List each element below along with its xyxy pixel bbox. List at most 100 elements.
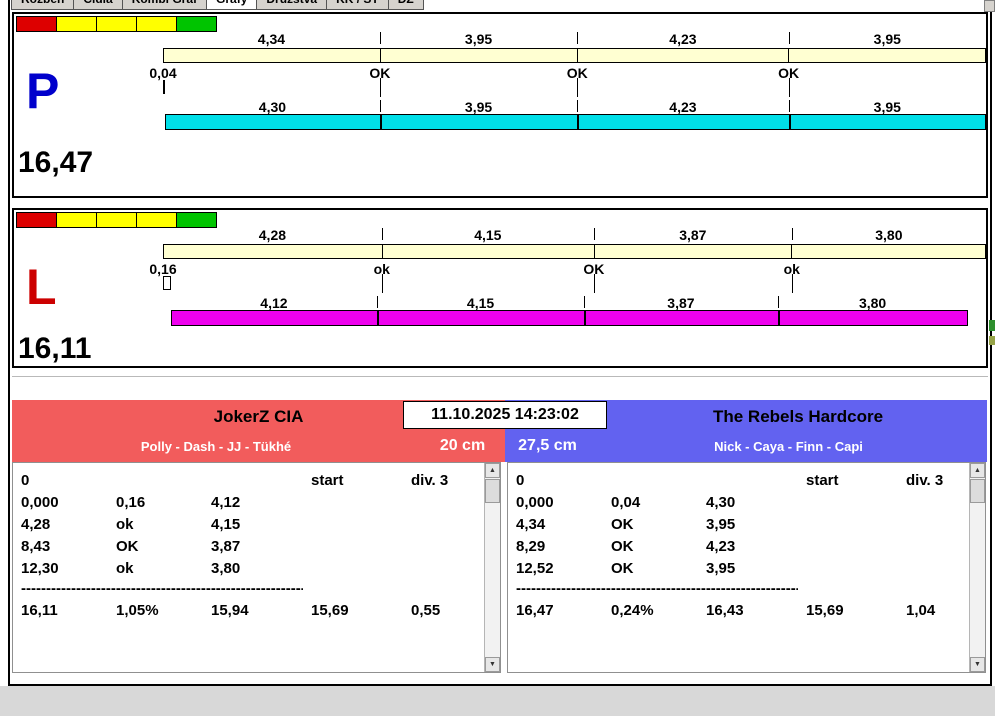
top-split-labels: 4,28 4,15 3,87 3,80 — [163, 227, 986, 243]
separator-row: ----------------------------------------… — [21, 580, 303, 597]
datetime-display: 11.10.2025 14:23:02 — [403, 401, 607, 429]
segment-time-label: 3,80 — [875, 227, 903, 243]
table-body: 0 start div. 3 0,000 0,04 4,30 4,34 OK 3… — [508, 463, 969, 672]
segment-time-label: 3,95 — [464, 99, 493, 115]
lane-panel-p: P 4,34 3,95 4,23 3,95 0,04 OK OK OK 4,30 3,95 4,… — [12, 12, 988, 198]
bar-divider — [593, 245, 595, 258]
tab-druzstva[interactable]: Družstva — [256, 0, 328, 10]
cell: 3,95 — [706, 559, 736, 577]
tab-rozbeh[interactable]: Rozbeh — [11, 0, 75, 10]
bottom-split-labels: 4,12 4,15 3,87 3,80 — [163, 295, 986, 311]
table-body: 0 start div. 3 0,000 0,16 4,12 4,28 ok 4… — [13, 463, 484, 672]
indicator-square — [56, 16, 97, 32]
top-split-labels: 4,34 3,95 4,23 3,95 — [163, 31, 986, 47]
lane-total-time: 16,47 — [18, 146, 94, 179]
cell: div. 3 — [906, 471, 944, 489]
tab-kk-st[interactable]: KK / ST — [326, 0, 389, 10]
lane-progress-bar — [170, 310, 968, 326]
table-scrollbar[interactable]: ▲ ▼ — [969, 463, 985, 672]
main-window: Rozbeh Cidla Kombi Graf Grafy Družstva K… — [8, 0, 992, 686]
lane-bar-region: 4,28 4,15 3,87 3,80 0,16 ok OK ok 4,12 4,15 3,87… — [149, 210, 986, 366]
cell: 4,34 — [516, 515, 546, 533]
cell: OK — [611, 515, 634, 533]
segment-time-label: 3,95 — [873, 99, 901, 115]
cell: 0,55 — [411, 601, 441, 619]
tab-label: Rozbeh — [21, 0, 64, 6]
cell: 8,29 — [516, 537, 546, 555]
tick-mark — [577, 78, 579, 97]
team-subrow: Polly - Dash - JJ - Tükhé 20 cm — [12, 430, 505, 462]
tab-label: KK / ST — [336, 0, 379, 6]
start-marker — [163, 80, 165, 94]
tick-mark — [791, 228, 793, 240]
tick-mark — [788, 32, 790, 44]
table-row: 8,43 OK 3,87 — [21, 535, 484, 557]
tick-mark — [381, 274, 383, 293]
window-corner-box[interactable] — [984, 0, 995, 12]
table-row: 12,30 ok 3,80 — [21, 557, 484, 579]
tick-mark — [379, 32, 381, 44]
cell: 8,43 — [21, 537, 51, 555]
cell: 0,000 — [21, 493, 59, 511]
scroll-down-button[interactable]: ▼ — [485, 657, 500, 672]
cell: 4,28 — [21, 515, 51, 533]
bar-divider — [376, 310, 379, 326]
results-table-left: 0 start div. 3 0,000 0,16 4,12 4,28 ok 4… — [12, 462, 501, 673]
segment-time-label: 3,95 — [873, 31, 901, 47]
tick-zone — [163, 274, 986, 293]
tick-mark — [593, 274, 595, 293]
tab-label: Kombi Graf — [132, 0, 197, 6]
table-header-row: 0 start div. 3 — [516, 469, 969, 491]
cell: 0,04 — [611, 493, 641, 511]
scroll-up-button[interactable]: ▲ — [970, 463, 985, 478]
segment-time-label: 3,80 — [858, 295, 887, 311]
results-table-right: 0 start div. 3 0,000 0,04 4,30 4,34 OK 3… — [507, 462, 986, 673]
tick-mark — [788, 100, 790, 112]
window-left-gutter — [0, 0, 8, 686]
segment-time-label: 3,87 — [679, 227, 707, 243]
tick-mark — [379, 78, 381, 97]
tick-mark — [788, 78, 790, 97]
table-row: 12,52 OK 3,95 — [516, 557, 969, 579]
table-scrollbar[interactable]: ▲ ▼ — [484, 463, 500, 672]
lane-total-time: 16,11 — [18, 332, 92, 365]
cell: start — [311, 471, 344, 489]
cell: 4,23 — [706, 537, 736, 555]
cell: 3,87 — [211, 537, 241, 555]
cell: OK — [116, 537, 139, 555]
edge-mark — [989, 320, 995, 331]
lane-progress-bar — [164, 114, 986, 130]
cell: 0 — [21, 471, 30, 489]
scroll-thumb[interactable] — [970, 479, 985, 503]
tick-zone — [163, 78, 986, 97]
summary-row: 16,11 1,05% 15,94 15,69 0,55 — [21, 599, 484, 621]
tab-label: Cidla — [83, 0, 112, 6]
scroll-thumb[interactable] — [485, 479, 500, 503]
scroll-up-button[interactable]: ▲ — [485, 463, 500, 478]
lane-letter: P — [26, 63, 60, 119]
cell: ok — [116, 515, 134, 533]
team-members: Polly - Dash - JJ - Tükhé — [140, 438, 292, 454]
indicator-square — [16, 212, 57, 228]
scroll-down-button[interactable]: ▼ — [970, 657, 985, 672]
tab-kombi-graf[interactable]: Kombi Graf — [121, 0, 208, 10]
tab-cidla[interactable]: Cidla — [73, 0, 123, 10]
tab-bar: Rozbeh Cidla Kombi Graf Grafy Družstva K… — [11, 0, 424, 10]
tab-dz[interactable]: DZ — [387, 0, 424, 10]
tab-grafy[interactable]: Grafy — [206, 0, 258, 10]
cell: 1,04 — [906, 601, 936, 619]
table-header-row: 0 start div. 3 — [21, 469, 484, 491]
cell: div. 3 — [411, 471, 449, 489]
jump-height: 27,5 cm — [518, 437, 577, 454]
cell: OK — [611, 537, 634, 555]
bar-divider — [777, 310, 780, 326]
cell: 0,24% — [611, 601, 654, 619]
indicator-square — [56, 212, 97, 228]
tab-label: DZ — [398, 0, 414, 6]
cell: ok — [116, 559, 134, 577]
bar-divider — [382, 245, 384, 258]
cell: 16,11 — [21, 601, 58, 619]
cell: OK — [611, 559, 634, 577]
tick-mark — [577, 32, 579, 44]
tick-mark — [577, 100, 579, 112]
